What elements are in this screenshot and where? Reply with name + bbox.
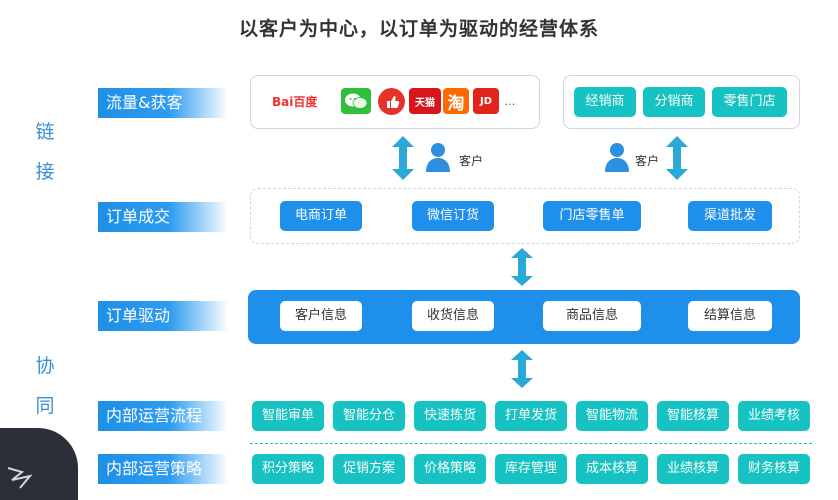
order-info-customer: 客户信息 xyxy=(280,301,362,331)
strategy-item: 财务核算 xyxy=(738,454,810,484)
strategy-item: 积分策略 xyxy=(252,454,324,484)
baidu-logo: Bai百度 xyxy=(272,88,338,114)
customer-icon xyxy=(426,143,450,172)
side-char: 同 xyxy=(35,395,55,417)
customer-label-right: 客户 xyxy=(635,154,660,168)
strategy-item: 库存管理 xyxy=(495,454,567,484)
taobao-logo: 淘 xyxy=(443,88,469,114)
baidu-logo-text: Bai百度 xyxy=(272,94,318,109)
order-info-shipping: 收货信息 xyxy=(412,301,494,331)
row-label-order-deal: 订单成交 xyxy=(98,202,228,232)
flow-item: 快速拣货 xyxy=(414,401,486,431)
more-logos: ... xyxy=(504,94,516,108)
page-title: 以客户为中心，以订单为驱动的经营体系 xyxy=(238,18,599,40)
row-label-order-drive: 订单驱动 xyxy=(98,301,228,331)
double-arrow-icon xyxy=(511,248,533,286)
channel-retail-store: 零售门店 xyxy=(712,87,787,117)
order-type-wechat: 微信订货 xyxy=(412,201,494,231)
thumbs-up-icon xyxy=(378,88,405,115)
channel-dealer: 经销商 xyxy=(574,87,636,117)
double-arrow-icon xyxy=(392,136,414,180)
side-char: 接 xyxy=(35,161,55,183)
strategy-item: 价格策略 xyxy=(414,454,486,484)
flow-item: 智能审单 xyxy=(252,401,324,431)
side-label-link: 链 接 xyxy=(30,112,60,192)
channel-distributor: 分销商 xyxy=(643,87,705,117)
strategy-item: 促销方案 xyxy=(333,454,405,484)
side-char: 链 xyxy=(35,121,55,143)
double-arrow-icon xyxy=(666,136,688,180)
order-type-store-retail: 门店零售单 xyxy=(543,201,641,231)
order-info-product: 商品信息 xyxy=(543,301,641,331)
side-char: 协 xyxy=(35,355,55,377)
flow-item: 业绩考核 xyxy=(738,401,810,431)
order-type-ecommerce: 电商订单 xyxy=(280,201,362,231)
customer-icon xyxy=(605,143,629,172)
order-type-wholesale: 渠道批发 xyxy=(688,201,772,231)
side-label-collab: 协 同 xyxy=(30,346,60,426)
jd-logo: JD xyxy=(473,88,499,114)
row-label-internal-flow: 内部运营流程 xyxy=(98,401,228,431)
flow-item: 智能分仓 xyxy=(333,401,405,431)
flow-item: 智能物流 xyxy=(576,401,648,431)
double-arrow-icon xyxy=(511,350,533,388)
order-info-settlement: 结算信息 xyxy=(688,301,772,331)
strategy-item: 成本核算 xyxy=(576,454,648,484)
strategy-item: 业绩核算 xyxy=(657,454,729,484)
section-divider xyxy=(250,443,812,444)
decorative-corner xyxy=(0,428,78,500)
customer-label-left: 客户 xyxy=(459,154,484,168)
row-label-traffic: 流量&获客 xyxy=(98,88,228,118)
row-label-internal-strategy: 内部运营策略 xyxy=(98,454,228,484)
flow-item: 打单发货 xyxy=(495,401,567,431)
decorative-squiggle-icon xyxy=(7,467,33,489)
flow-item: 智能核算 xyxy=(657,401,729,431)
wechat-icon xyxy=(341,88,371,114)
tmall-logo: 天猫 xyxy=(409,88,441,114)
